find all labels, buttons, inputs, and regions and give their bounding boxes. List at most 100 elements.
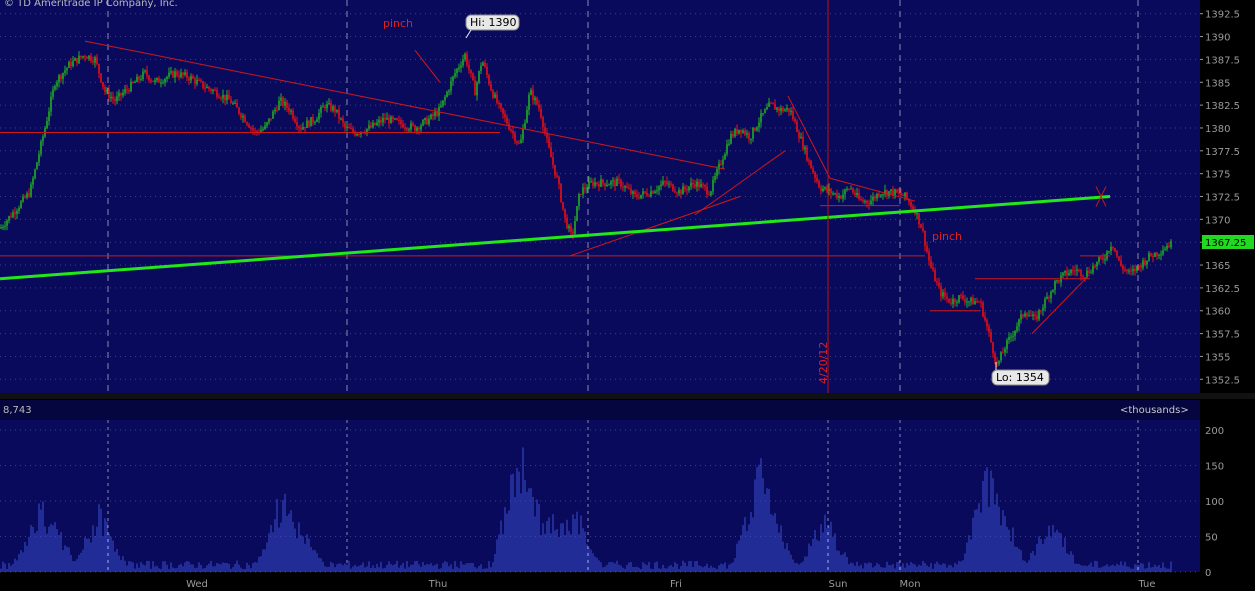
candle-body	[1058, 280, 1060, 283]
candle-body	[1074, 270, 1076, 272]
candle-body	[134, 82, 136, 84]
candle-body	[984, 316, 986, 321]
candle-body	[644, 191, 646, 193]
candle-body	[460, 65, 462, 68]
candle-body	[276, 109, 278, 111]
candle-body	[998, 360, 1000, 364]
candle-body	[758, 122, 760, 128]
volume-units-label: <thousands>	[1120, 405, 1189, 416]
volume-tick-2: 100	[1205, 497, 1224, 508]
candle-body	[340, 118, 342, 120]
candle-body	[430, 114, 432, 119]
candle-body	[778, 107, 780, 112]
candle-body	[1080, 269, 1082, 277]
candle-body	[502, 108, 504, 114]
candle-body	[842, 194, 844, 199]
candle-body	[450, 81, 452, 91]
candle-body	[740, 129, 742, 133]
candle-body	[504, 113, 506, 118]
candle-body	[54, 86, 56, 90]
candle-body	[1138, 265, 1140, 267]
candle-body	[390, 116, 392, 124]
candle-body	[524, 122, 526, 129]
candle-body	[566, 217, 568, 229]
candle-body	[36, 162, 38, 170]
candle-body	[1098, 257, 1100, 262]
candle-body	[938, 282, 940, 287]
candle-body	[774, 104, 776, 110]
candle-body	[440, 105, 442, 108]
candle-body	[848, 188, 850, 190]
candle-body	[576, 206, 578, 222]
candle-body	[1042, 307, 1044, 311]
candle-body	[864, 200, 866, 202]
candle-body	[428, 118, 430, 125]
panel-separator[interactable]	[0, 393, 1255, 399]
candle-body	[48, 111, 50, 121]
candle-body	[950, 302, 952, 304]
candle-body	[1062, 272, 1064, 276]
candle-body	[370, 125, 372, 128]
candle-body	[882, 194, 884, 196]
candle-body	[482, 62, 484, 66]
candle-body	[732, 133, 734, 137]
candle-body	[138, 76, 140, 80]
candle-body	[680, 189, 682, 195]
candle-body	[62, 72, 64, 79]
candle-body	[810, 160, 812, 169]
candle-body	[1070, 270, 1072, 274]
volume-tick-0: 200	[1205, 426, 1224, 437]
price-tick-1: 1390	[1205, 33, 1230, 44]
candle-body	[244, 116, 246, 123]
price-axis-ticks: 1392.5 1390 1387.5 1385 1382.5 1380 1377.5 1375…	[1200, 10, 1240, 386]
candle-body	[1144, 260, 1146, 265]
candle-body	[700, 184, 702, 188]
candle-body	[784, 109, 786, 112]
candle-body	[400, 120, 402, 124]
candle-body	[1012, 335, 1014, 337]
stock-chart[interactable]: 1392.5 1390 1387.5 1385 1382.5 1380 1377.5 1375…	[0, 0, 1255, 591]
price-tick-9: 1370	[1205, 215, 1230, 226]
candle-body	[176, 71, 178, 76]
candle-body	[630, 188, 632, 194]
candle-body	[402, 123, 404, 128]
candle-body	[382, 117, 384, 123]
time-tick-3: Sun	[828, 579, 847, 590]
candle-body	[94, 57, 96, 63]
last-price-label: 1367.25	[1205, 238, 1246, 249]
candle-body	[832, 193, 834, 195]
candle-body	[132, 81, 134, 83]
candle-body	[1090, 272, 1092, 274]
candle-body	[1132, 269, 1134, 272]
candle-body	[776, 107, 778, 110]
candle-body	[786, 108, 788, 110]
candle-body	[1140, 265, 1142, 268]
candle-body	[824, 187, 826, 189]
candle-body	[772, 102, 774, 105]
candle-body	[1112, 246, 1114, 248]
candle-body	[946, 296, 948, 299]
candle-body	[520, 139, 522, 144]
candle-body	[1154, 252, 1156, 257]
candle-body	[480, 65, 482, 72]
candle-body	[1120, 260, 1122, 266]
candle-body	[206, 86, 208, 89]
candle-body	[174, 71, 176, 78]
candle-body	[454, 73, 456, 77]
time-tick-1: Thu	[428, 579, 448, 590]
candle-body	[594, 182, 596, 186]
candle-body	[528, 94, 530, 110]
candle-body	[958, 295, 960, 303]
candle-body	[458, 67, 460, 69]
candle-body	[294, 118, 296, 123]
candle-body	[924, 230, 926, 246]
candle-body	[1040, 310, 1042, 312]
candle-body	[392, 116, 394, 119]
candle-body	[530, 90, 532, 95]
candle-body	[1102, 257, 1104, 260]
candle-body	[602, 179, 604, 184]
candle-body	[564, 208, 566, 218]
candle-body	[286, 101, 288, 108]
candle-body	[46, 120, 48, 129]
candle-body	[578, 194, 580, 207]
